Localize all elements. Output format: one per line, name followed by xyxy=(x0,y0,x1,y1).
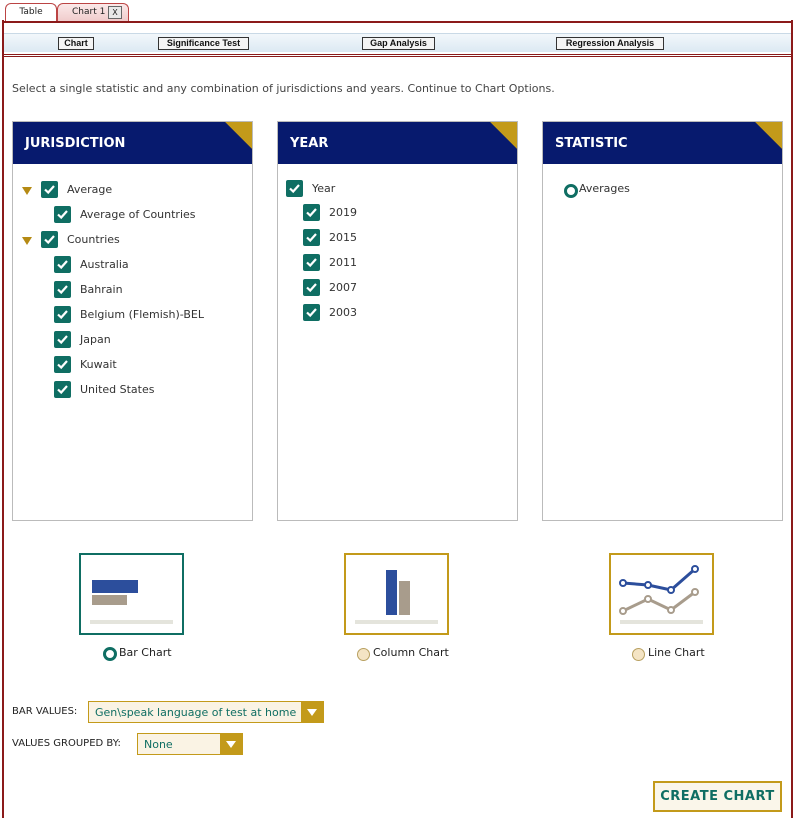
create-chart-button[interactable]: CREATE CHART xyxy=(653,781,782,812)
tab-chart-1-label: Chart 1 xyxy=(72,7,106,17)
jurisdiction-panel: JURISDICTION Average Average of Countrie… xyxy=(12,121,253,521)
select-value: None xyxy=(144,738,173,751)
tab-table[interactable]: Table xyxy=(5,3,57,21)
checkbox-checked-icon[interactable] xyxy=(54,206,71,223)
checkbox-checked-icon[interactable] xyxy=(54,381,71,398)
checkbox-label: 2015 xyxy=(329,231,357,244)
checkbox-checked-icon[interactable] xyxy=(41,181,58,198)
checkbox-label: 2003 xyxy=(329,306,357,319)
chevron-down-icon[interactable] xyxy=(220,734,242,754)
checkbox-label: Average of Countries xyxy=(80,208,196,221)
toolbar: Chart Significance Test Gap Analysis Reg… xyxy=(4,33,791,52)
panel-title: STATISTIC xyxy=(555,136,628,151)
line-chart-radio[interactable] xyxy=(632,648,645,661)
divider xyxy=(4,56,791,57)
significance-test-button[interactable]: Significance Test xyxy=(158,37,249,50)
checkbox-label: Year xyxy=(312,182,336,195)
panel-title: YEAR xyxy=(290,136,329,151)
year-header: YEAR xyxy=(278,122,517,164)
radio-selected-icon[interactable] xyxy=(564,184,578,198)
checkbox-checked-icon[interactable] xyxy=(286,180,303,197)
bar-chart-icon xyxy=(90,580,173,624)
chart-button[interactable]: Chart xyxy=(58,37,94,50)
divider xyxy=(4,54,791,55)
checkbox-label: Countries xyxy=(67,233,120,246)
statistic-panel: STATISTIC Averages xyxy=(542,121,783,521)
checkbox-label: Japan xyxy=(80,333,111,346)
window-frame-right xyxy=(791,20,793,818)
checkbox-label: United States xyxy=(80,383,155,396)
column-chart-icon xyxy=(355,570,438,624)
checkbox-checked-icon[interactable] xyxy=(54,256,71,273)
tab-chart-1[interactable]: Chart 1 X xyxy=(57,3,129,21)
checkbox-checked-icon[interactable] xyxy=(54,331,71,348)
bar-values-label: BAR VALUES: xyxy=(12,706,78,717)
expand-caret-icon[interactable] xyxy=(22,187,32,195)
bar-chart-card[interactable] xyxy=(79,553,184,635)
statistic-header: STATISTIC xyxy=(543,122,782,164)
column-chart-radio[interactable] xyxy=(357,648,370,661)
select-value: Gen\speak language of test at home xyxy=(95,706,297,719)
chevron-down-icon[interactable] xyxy=(301,702,323,722)
column-chart-label: Column Chart xyxy=(373,646,449,659)
line-chart-card[interactable] xyxy=(609,553,714,635)
checkbox-label: 2011 xyxy=(329,256,357,269)
year-panel: YEAR Year 2019 2015 2011 2007 2003 xyxy=(277,121,518,521)
bar-chart-label: Bar Chart xyxy=(119,646,172,659)
corner-fold-icon xyxy=(755,122,782,149)
corner-fold-icon xyxy=(490,122,517,149)
checkbox-checked-icon[interactable] xyxy=(303,304,320,321)
tab-underline xyxy=(2,21,793,23)
checkbox-checked-icon[interactable] xyxy=(303,254,320,271)
checkbox-checked-icon[interactable] xyxy=(303,229,320,246)
checkbox-label: Kuwait xyxy=(80,358,117,371)
line-chart-icon xyxy=(619,565,703,624)
checkbox-label: Belgium (Flemish)-BEL xyxy=(80,308,205,321)
close-tab-button[interactable]: X xyxy=(108,6,122,19)
checkbox-label: 2019 xyxy=(329,206,357,219)
tab-bar: Table Chart 1 X xyxy=(0,0,795,22)
window-frame-left xyxy=(2,20,4,818)
line-chart-label: Line Chart xyxy=(648,646,705,659)
bar-values-select[interactable]: Gen\speak language of test at home xyxy=(88,701,324,723)
checkbox-checked-icon[interactable] xyxy=(54,281,71,298)
values-grouped-by-select[interactable]: None xyxy=(137,733,243,755)
checkbox-checked-icon[interactable] xyxy=(303,204,320,221)
instructions-text: Select a single statistic and any combin… xyxy=(12,82,555,95)
checkbox-label: Average xyxy=(67,183,113,196)
checkbox-label: 2007 xyxy=(329,281,357,294)
jurisdiction-header: JURISDICTION xyxy=(13,122,252,164)
checkbox-checked-icon[interactable] xyxy=(54,356,71,373)
radio-label: Averages xyxy=(579,182,630,195)
column-chart-card[interactable] xyxy=(344,553,449,635)
panel-title: JURISDICTION xyxy=(25,136,126,151)
checkbox-label: Bahrain xyxy=(80,283,123,296)
gap-analysis-button[interactable]: Gap Analysis xyxy=(362,37,435,50)
checkbox-checked-icon[interactable] xyxy=(41,231,58,248)
checkbox-checked-icon[interactable] xyxy=(303,279,320,296)
checkbox-checked-icon[interactable] xyxy=(54,306,71,323)
checkbox-label: Australia xyxy=(80,258,129,271)
regression-analysis-button[interactable]: Regression Analysis xyxy=(556,37,664,50)
values-grouped-by-label: VALUES GROUPED BY: xyxy=(12,738,121,749)
bar-chart-radio[interactable] xyxy=(103,647,117,661)
corner-fold-icon xyxy=(225,122,252,149)
expand-caret-icon[interactable] xyxy=(22,237,32,245)
